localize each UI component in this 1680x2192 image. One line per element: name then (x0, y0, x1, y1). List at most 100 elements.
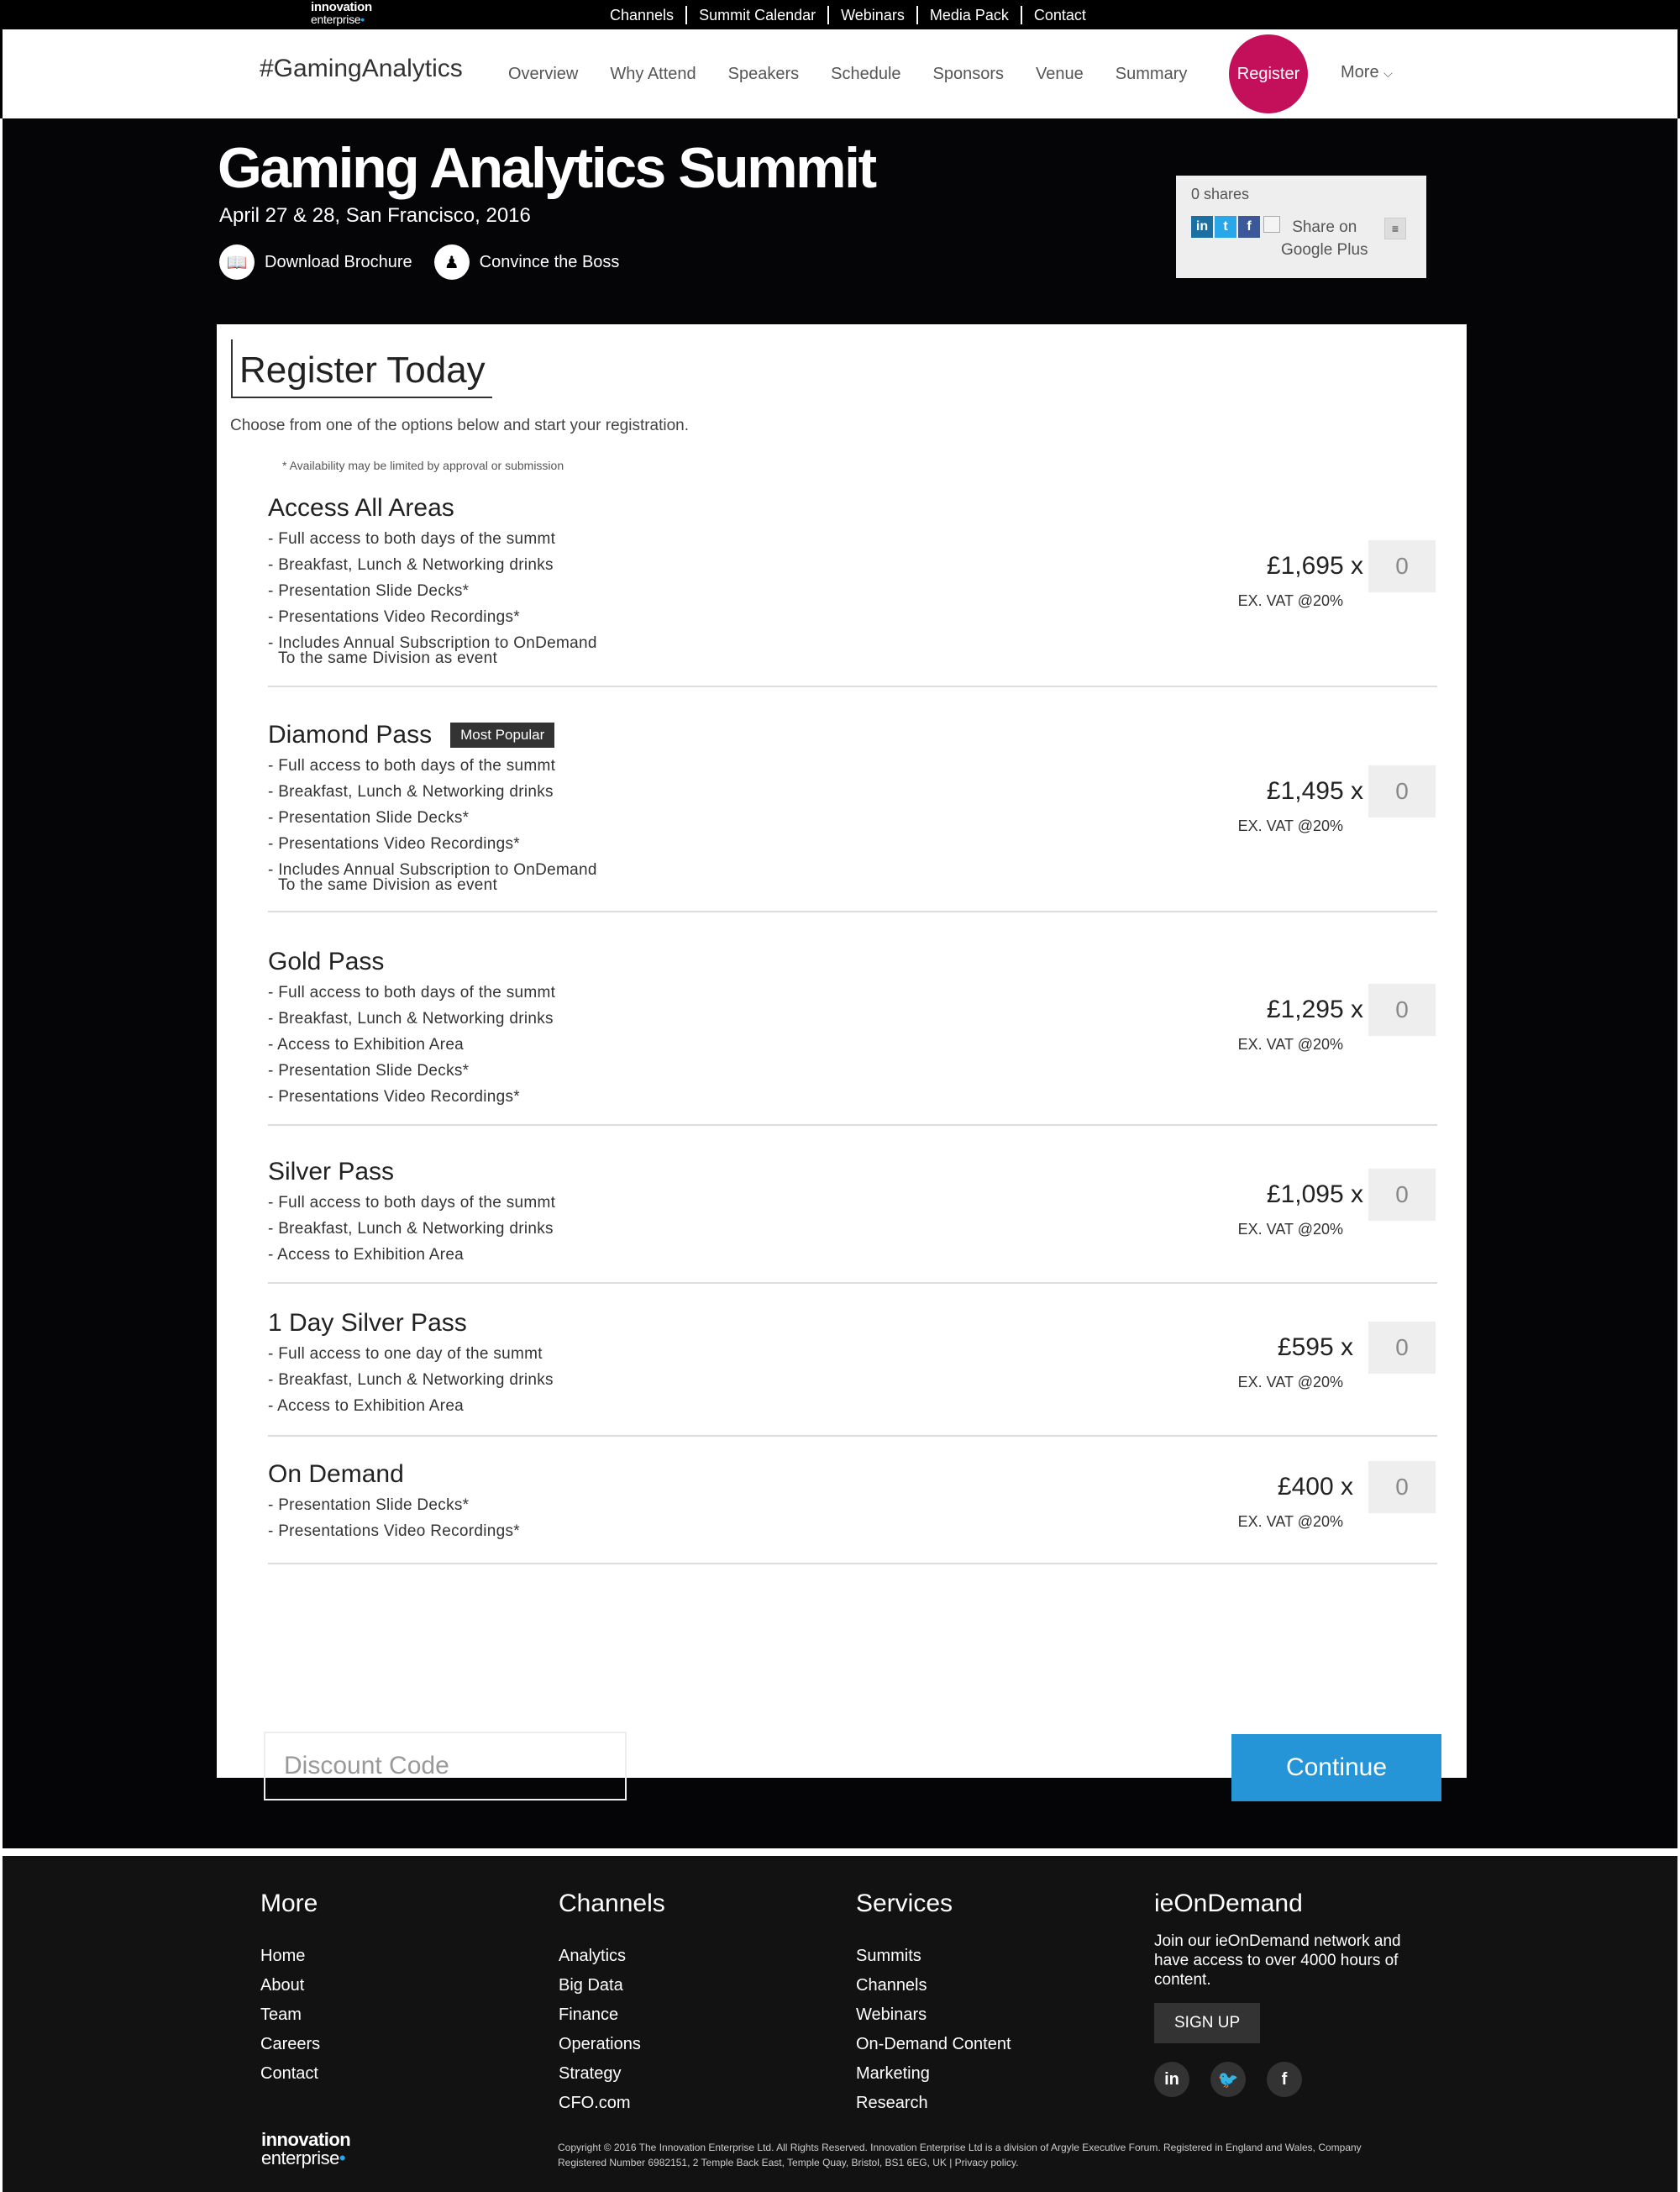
footer-link-research[interactable]: Research (856, 2089, 1011, 2118)
footer-link-channels[interactable]: Channels (856, 1971, 1011, 2000)
price-block: £1,295 x 0 EX. VAT @20% (1184, 984, 1436, 1053)
ticket-gold-pass: Gold Pass - Full access to both days of … (268, 946, 1437, 1126)
share-widget: 0 shares in t f Share on Google Plus ≡ (1176, 176, 1426, 278)
footer-col-more: More Home About Team Careers Contact (260, 1890, 320, 2089)
footer-col-services: Services Summits Channels Webinars On-De… (856, 1890, 1011, 2118)
ticket-on-demand: On Demand - Presentation Slide Decks* - … (268, 1459, 1437, 1564)
quantity-input[interactable]: 0 (1368, 540, 1436, 592)
top-link-contact[interactable]: Contact (1020, 5, 1098, 24)
nav-sponsors[interactable]: Sponsors (933, 65, 1005, 84)
nav-schedule[interactable]: Schedule (831, 65, 900, 84)
top-link-media-pack[interactable]: Media Pack (916, 5, 1021, 24)
footer-link-about[interactable]: About (260, 1971, 320, 2000)
google-plus-share-link[interactable]: Share on Google Plus (1281, 216, 1368, 261)
registration-card: Register Today Choose from one of the op… (217, 324, 1467, 1801)
footer-link-finance[interactable]: Finance (559, 2000, 665, 2030)
footer-link-big-data[interactable]: Big Data (559, 1971, 665, 2000)
price-block: £1,095 x 0 EX. VAT @20% (1184, 1169, 1436, 1238)
footer-logo-line1: innovation (261, 2129, 351, 2150)
footer-heading-ieondemand: ieOnDemand (1154, 1890, 1303, 1917)
footer-link-strategy[interactable]: Strategy (559, 2059, 665, 2089)
top-link-channels[interactable]: Channels (598, 6, 685, 24)
feature-item: - Includes Annual Subscription to OnDema… (268, 857, 1437, 893)
quantity-input[interactable]: 0 (1368, 765, 1436, 817)
price-value: £1,695 (1266, 552, 1344, 580)
footer-link-marketing[interactable]: Marketing (856, 2059, 1011, 2089)
ticket-price: £1,495 x (1266, 777, 1363, 805)
nav-speakers[interactable]: Speakers (728, 65, 800, 84)
top-navigation: Channels Summit Calendar Webinars Media … (598, 0, 1098, 29)
price-block: £1,695 x 0 EX. VAT @20% (1184, 540, 1436, 609)
vat-note: EX. VAT @20% (1237, 1036, 1343, 1053)
register-button[interactable]: Register (1229, 34, 1308, 113)
social-links: in 🐦 f (1154, 2062, 1406, 2097)
register-intro: Choose from one of the options below and… (230, 417, 690, 434)
price-value: £1,495 (1266, 777, 1344, 805)
footer-link-careers[interactable]: Careers (260, 2030, 320, 2059)
site-logo[interactable]: innovation enterprise• (311, 1, 372, 26)
download-brochure-link[interactable]: 📖 Download Brochure (219, 244, 412, 280)
footer-link-cfo[interactable]: CFO.com (559, 2089, 665, 2118)
event-hashtag[interactable]: #GamingAnalytics (260, 55, 463, 83)
more-label: More (1341, 63, 1379, 81)
quantity-input[interactable]: 0 (1368, 1322, 1436, 1374)
vat-note: EX. VAT @20% (1237, 1221, 1343, 1238)
top-link-summit-calendar[interactable]: Summit Calendar (685, 5, 827, 24)
price-block: £400 x 0 EX. VAT @20% (1184, 1461, 1436, 1530)
footer-link-contact[interactable]: Contact (260, 2059, 320, 2089)
footer-link-analytics[interactable]: Analytics (559, 1942, 665, 1971)
most-popular-badge: Most Popular (450, 723, 555, 748)
footer-link-home[interactable]: Home (260, 1942, 320, 1971)
footer-link-team[interactable]: Team (260, 2000, 320, 2030)
event-nav-links: Overview Why Attend Speakers Schedule Sp… (492, 29, 1203, 118)
footer-col-channels: Channels Analytics Big Data Finance Oper… (559, 1890, 665, 2118)
continue-button[interactable]: Continue (1231, 1734, 1441, 1801)
ticket-price: £400 x (1277, 1473, 1353, 1501)
vat-note: EX. VAT @20% (1237, 592, 1343, 609)
ticket-diamond-pass: Diamond Pass Most Popular - Full access … (268, 719, 1437, 912)
convince-boss-link[interactable]: ♟ Convince the Boss (433, 244, 619, 280)
feature-item: - Includes Annual Subscription to OnDema… (268, 630, 1437, 667)
signup-button[interactable]: SIGN UP (1154, 2003, 1261, 2043)
twitter-share-icon[interactable]: t (1215, 216, 1236, 238)
footer-heading-services: Services (856, 1890, 953, 1917)
twitter-icon[interactable]: 🐦 (1210, 2062, 1246, 2097)
logo-text-line2: enterprise (311, 13, 361, 26)
download-brochure-label: Download Brochure (265, 252, 412, 271)
share-buttons: in t f (1191, 216, 1282, 238)
linkedin-share-icon[interactable]: in (1191, 216, 1213, 238)
buffer-share-icon[interactable]: ≡ (1384, 218, 1406, 239)
footer-heading-channels: Channels (559, 1890, 665, 1917)
footer-heading-more: More (260, 1890, 318, 1917)
facebook-icon[interactable]: f (1267, 2062, 1302, 2097)
footer-link-operations[interactable]: Operations (559, 2030, 665, 2059)
footer-link-on-demand-content[interactable]: On-Demand Content (856, 2030, 1011, 2059)
quantity-input[interactable]: 0 (1368, 1461, 1436, 1513)
footer-logo[interactable]: innovation enterprise• (261, 2129, 351, 2168)
discount-code-input[interactable]: Discount Code (264, 1732, 627, 1800)
gplus-label-line2: Google Plus (1281, 241, 1368, 259)
ticket-name-row: Diamond Pass Most Popular (268, 719, 1437, 751)
nav-summary[interactable]: Summary (1116, 65, 1188, 84)
ticket-access-all-areas: Access All Areas - Full access to both d… (268, 492, 1437, 687)
nav-why-attend[interactable]: Why Attend (610, 65, 696, 84)
facebook-share-icon[interactable]: f (1238, 216, 1260, 238)
price-value: £1,295 (1266, 996, 1344, 1023)
feature-continuation: To the same Division as event (278, 649, 498, 667)
page-title: Gaming Analytics Summit (218, 136, 877, 200)
ticket-silver-pass: Silver Pass - Full access to both days o… (268, 1156, 1437, 1284)
footer-link-summits[interactable]: Summits (856, 1942, 1011, 1971)
more-dropdown[interactable]: More ⌵ (1341, 63, 1393, 82)
top-link-webinars[interactable]: Webinars (827, 5, 916, 24)
quantity-input[interactable]: 0 (1368, 984, 1436, 1036)
nav-overview[interactable]: Overview (508, 65, 578, 84)
linkedin-icon[interactable]: in (1154, 2062, 1189, 2097)
price-value: £400 (1277, 1473, 1334, 1501)
quantity-input[interactable]: 0 (1368, 1169, 1436, 1221)
ticket-price: £1,695 x (1266, 552, 1363, 580)
vat-note: EX. VAT @20% (1237, 1513, 1343, 1530)
nav-venue[interactable]: Venue (1036, 65, 1084, 84)
footer-link-webinars[interactable]: Webinars (856, 2000, 1011, 2030)
hero-actions: 📖 Download Brochure ♟ Convince the Boss (219, 244, 641, 280)
availability-note: * Availability may be limited by approva… (282, 459, 564, 472)
